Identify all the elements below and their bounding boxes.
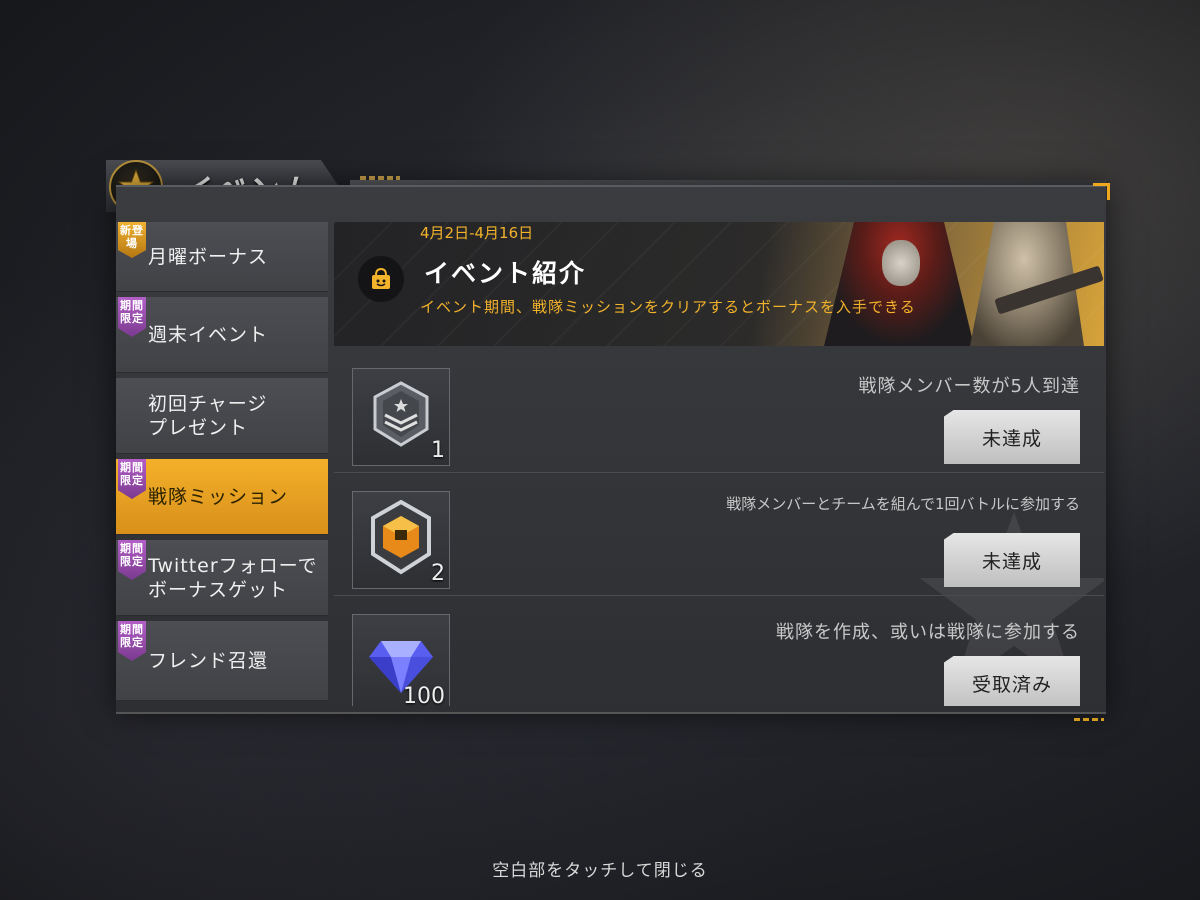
reward-slot[interactable]: 2 <box>352 491 450 589</box>
gift-bag-icon <box>358 256 404 302</box>
sidebar-item-label: 週末イベント <box>148 323 269 346</box>
sidebar-item-label: 初回チャージ プレゼント <box>148 392 268 439</box>
reward-count: 2 <box>431 561 445 586</box>
reward-count: 100 <box>403 684 445 706</box>
mission-row: 1 戦隊メンバー数が5人到達 未達成 <box>334 352 1104 473</box>
sidebar-item-twitter-follow[interactable]: 期間限定 Twitterフォローで ボーナスゲット <box>116 540 328 616</box>
mission-status-button[interactable]: 未達成 <box>944 533 1080 587</box>
event-description: イベント期間、戦隊ミッションをクリアするとボーナスを入手できる <box>420 298 916 316</box>
limited-badge: 期間限定 <box>118 621 146 661</box>
limited-badge: 期間限定 <box>118 297 146 337</box>
event-banner: 4月2日-4月16日 イベント紹介 イベント期間、戦隊ミッションをクリアするとボ… <box>334 222 1104 346</box>
mission-description: 戦隊メンバー数が5人到達 <box>858 376 1080 397</box>
sidebar-item-friend-recall[interactable]: 期間限定 フレンド召還 <box>116 621 328 701</box>
mission-status-button[interactable]: 未達成 <box>944 410 1080 464</box>
header-dots <box>360 176 400 180</box>
reward-slot[interactable]: 1 <box>352 368 450 466</box>
sidebar-item-first-charge[interactable]: 初回チャージ プレゼント <box>116 378 328 454</box>
event-sidebar: 新登場 月曜ボーナス 期間限定 週末イベント 初回チャージ プレゼント 期間限定… <box>116 222 328 706</box>
bottom-accent <box>1074 718 1104 721</box>
panel-divider <box>116 712 1106 714</box>
mission-row: 100 戦隊を作成、或いは戦隊に参加する 受取済み <box>334 598 1104 706</box>
corner-accent <box>1093 183 1110 200</box>
sidebar-item-label: Twitterフォローで ボーナスゲット <box>148 554 318 601</box>
event-title: イベント紹介 <box>424 259 587 288</box>
sidebar-item-squad-mission[interactable]: 期間限定 戦隊ミッション <box>116 459 328 535</box>
sidebar-item-monday-bonus[interactable]: 新登場 月曜ボーナス <box>116 222 328 292</box>
sidebar-item-label: 月曜ボーナス <box>148 245 269 268</box>
character-mask <box>882 240 920 286</box>
limited-badge: 期間限定 <box>118 540 146 580</box>
new-badge: 新登場 <box>118 222 146 258</box>
mission-row: 2 戦隊メンバーとチームを組んで1回バトルに参加する 未達成 <box>334 475 1104 596</box>
sidebar-item-label: 戦隊ミッション <box>148 485 289 508</box>
sidebar-item-weekend-event[interactable]: 期間限定 週末イベント <box>116 297 328 373</box>
limited-badge: 期間限定 <box>118 459 146 499</box>
mission-list[interactable]: 1 戦隊メンバー数が5人到達 未達成 2 戦隊メンバーとチームを組んで1回バトル… <box>334 352 1104 706</box>
sidebar-item-label: フレンド召還 <box>148 649 269 672</box>
mission-description: 戦隊を作成、或いは戦隊に参加する <box>776 622 1080 643</box>
reward-slot[interactable]: 100 <box>352 614 450 706</box>
reward-count: 1 <box>431 438 445 463</box>
close-hint[interactable]: 空白部をタッチして閉じる <box>0 856 1200 881</box>
mission-description: 戦隊メンバーとチームを組んで1回バトルに参加する <box>726 495 1080 513</box>
mission-status-button[interactable]: 受取済み <box>944 656 1080 706</box>
event-date: 4月2日-4月16日 <box>420 224 534 242</box>
